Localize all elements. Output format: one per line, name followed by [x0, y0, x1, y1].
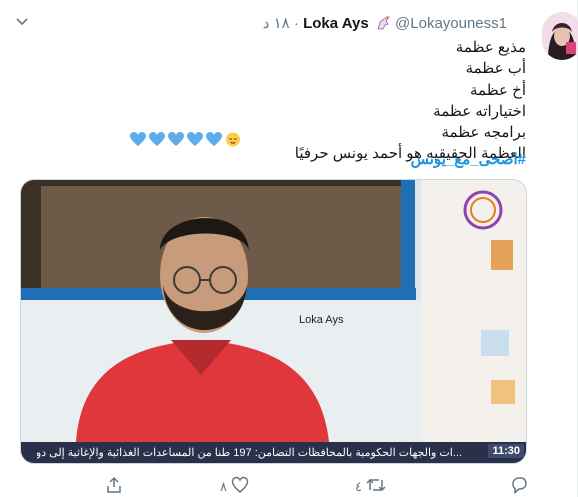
blue-heart-emoji	[168, 132, 184, 147]
tweet-line: اختياراته عظمة	[433, 102, 526, 120]
tweet-line: مذيع عظمة	[455, 39, 526, 56]
blue-heart-emoji	[130, 132, 146, 147]
tweet-card[interactable]: Loka Ays @Lokayouness1 · ١٨ د مذيع عظمة …	[0, 0, 578, 497]
ticker-time: 11:30	[488, 444, 524, 458]
news-ticker: ...ات والجهات الحكومية بالمحافظات التضام…	[21, 442, 526, 463]
unicorn-emoji	[377, 16, 391, 30]
share-button[interactable]	[105, 476, 123, 494]
header-separator: ·	[293, 15, 299, 32]
video-watermark: Loka Ays	[299, 314, 344, 326]
blue-heart-emoji	[187, 132, 203, 147]
tweet-line: أب عظمة	[465, 60, 526, 78]
emoji-row	[130, 131, 244, 147]
share-icon	[107, 476, 121, 493]
like-count: ٨	[220, 479, 227, 494]
tweet-text: مذيع عظمة أب عظمة أخ عظمة اختياراته عظمة…	[295, 37, 526, 165]
tweet-video[interactable]: Loka Ays ...ات والجهات الحكومية بالمحافظ…	[20, 179, 527, 464]
retweet-count: ٤	[355, 479, 362, 494]
reply-icon	[512, 477, 527, 495]
tweet-actions: ٨ ٤	[0, 470, 578, 497]
chevron-down-icon[interactable]	[14, 13, 30, 29]
tweet-time[interactable]: ١٨ د	[263, 15, 290, 32]
user-handle[interactable]: @Lokayouness1	[395, 15, 507, 32]
relieved-face-emoji	[225, 132, 241, 147]
display-name[interactable]: Loka Ays	[303, 15, 369, 32]
avatar[interactable]	[542, 12, 578, 60]
heart-icon	[231, 476, 248, 493]
retweet-icon	[366, 478, 386, 492]
like-button[interactable]: ٨	[220, 476, 249, 494]
retweet-button[interactable]: ٤	[355, 476, 386, 494]
video-frame	[21, 180, 526, 463]
blue-heart-emoji	[149, 132, 165, 147]
hashtag-link[interactable]: #اصحى_مع_يونس	[411, 150, 526, 168]
tweet-line: برامجه عظمة	[441, 124, 526, 142]
tweet-header: Loka Ays @Lokayouness1 · ١٨ د	[263, 15, 507, 33]
reply-button[interactable]	[510, 476, 528, 495]
tweet-line: أخ عظمة	[470, 81, 526, 99]
ticker-text: ...ات والجهات الحكومية بالمحافظات التضام…	[37, 447, 462, 459]
blue-heart-emoji	[206, 132, 222, 147]
